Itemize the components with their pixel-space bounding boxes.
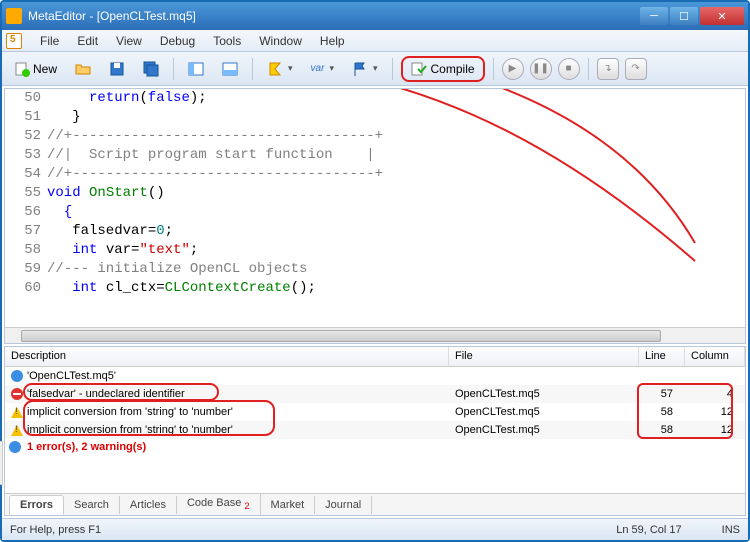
maximize-button[interactable]: ☐	[670, 7, 698, 25]
horizontal-scrollbar[interactable]	[5, 327, 745, 343]
menu-file[interactable]: File	[32, 32, 67, 50]
warn-icon	[11, 425, 23, 436]
save-button[interactable]	[103, 57, 131, 81]
tab-market[interactable]: Market	[261, 496, 316, 514]
tab-journal[interactable]: Journal	[315, 496, 372, 514]
status-ins: INS	[722, 524, 740, 536]
errors-header: Description File Line Column	[5, 347, 745, 367]
step-over-button[interactable]: ↷	[625, 58, 647, 80]
panel-left-icon	[188, 61, 204, 77]
close-button[interactable]: ✕	[700, 7, 744, 25]
error-row[interactable]: 'OpenCLTest.mq5'	[5, 367, 745, 385]
titlebar: MetaEditor - [OpenCLTest.mq5] ─ ☐ ✕	[2, 2, 748, 30]
statusbar: For Help, press F1 Ln 59, Col 17 INS	[2, 518, 748, 540]
panel-tabs: Errors Search Articles Code Base 2 Marke…	[5, 493, 745, 515]
minimize-button[interactable]: ─	[640, 7, 668, 25]
status-help: For Help, press F1	[10, 524, 101, 536]
menu-view[interactable]: View	[108, 32, 150, 50]
new-button[interactable]: New	[8, 57, 63, 81]
tab-search[interactable]: Search	[64, 496, 120, 514]
compile-button[interactable]: Compile	[401, 56, 485, 82]
codebase-badge: 2	[244, 502, 249, 512]
tab-codebase[interactable]: Code Base 2	[177, 494, 261, 514]
toolbox-button[interactable]	[216, 57, 244, 81]
var-icon: var	[311, 63, 325, 74]
line-gutter: 5051525354555657585960	[5, 89, 47, 298]
compile-label: Compile	[431, 62, 475, 76]
tab-articles[interactable]: Articles	[120, 496, 177, 514]
save-all-icon	[143, 61, 159, 77]
toolbox-label[interactable]: Toolbox	[0, 441, 3, 485]
info-icon	[9, 441, 21, 453]
new-icon	[14, 61, 30, 77]
menubar: File Edit View Debug Tools Window Help	[2, 30, 748, 52]
var-button[interactable]: var	[305, 57, 340, 81]
save-icon	[109, 61, 125, 77]
stop-debug-button[interactable]: ■	[558, 58, 580, 80]
save-all-button[interactable]	[137, 57, 165, 81]
col-column[interactable]: Column	[685, 347, 745, 366]
window-title: MetaEditor - [OpenCLTest.mq5]	[28, 9, 640, 23]
scrollbar-thumb[interactable]	[21, 330, 661, 342]
code-editor[interactable]: 5051525354555657585960 return(false); }/…	[4, 88, 746, 344]
col-line[interactable]: Line	[639, 347, 685, 366]
error-summary: 1 error(s), 2 warning(s)	[5, 439, 745, 455]
step-into-button[interactable]: ↴	[597, 58, 619, 80]
menu-window[interactable]: Window	[251, 32, 310, 50]
open-button[interactable]	[69, 57, 97, 81]
status-position: Ln 59, Col 17	[616, 524, 681, 536]
app-icon	[6, 8, 22, 24]
document-icon[interactable]	[6, 33, 22, 49]
info-icon	[11, 370, 23, 382]
col-description[interactable]: Description	[5, 347, 449, 366]
bookmark-icon	[267, 61, 283, 77]
menu-help[interactable]: Help	[312, 32, 353, 50]
tab-errors[interactable]: Errors	[9, 495, 64, 515]
flag-icon	[352, 61, 368, 77]
bookmark-button[interactable]	[261, 57, 299, 81]
panel-bottom-icon	[222, 61, 238, 77]
menu-edit[interactable]: Edit	[69, 32, 106, 50]
error-row[interactable]: implicit conversion from 'string' to 'nu…	[5, 403, 745, 421]
folder-open-icon	[75, 61, 91, 77]
error-row[interactable]: 'falsedvar' - undeclared identifierOpenC…	[5, 385, 745, 403]
errors-panel: Description File Line Column 'OpenCLTest…	[4, 346, 746, 516]
flag-button[interactable]	[346, 57, 384, 81]
menu-tools[interactable]: Tools	[205, 32, 249, 50]
new-label: New	[33, 62, 57, 76]
toolbar: New var Compile ▶ ❚❚ ■ ↴ ↷	[2, 52, 748, 86]
start-debug-button[interactable]: ▶	[502, 58, 524, 80]
code-content[interactable]: return(false); }//+---------------------…	[47, 89, 745, 298]
compile-icon	[411, 61, 427, 77]
menu-debug[interactable]: Debug	[152, 32, 203, 50]
error-icon	[11, 388, 23, 400]
col-file[interactable]: File	[449, 347, 639, 366]
pause-debug-button[interactable]: ❚❚	[530, 58, 552, 80]
navigator-button[interactable]	[182, 57, 210, 81]
error-row[interactable]: implicit conversion from 'string' to 'nu…	[5, 421, 745, 439]
warn-icon	[11, 407, 23, 418]
